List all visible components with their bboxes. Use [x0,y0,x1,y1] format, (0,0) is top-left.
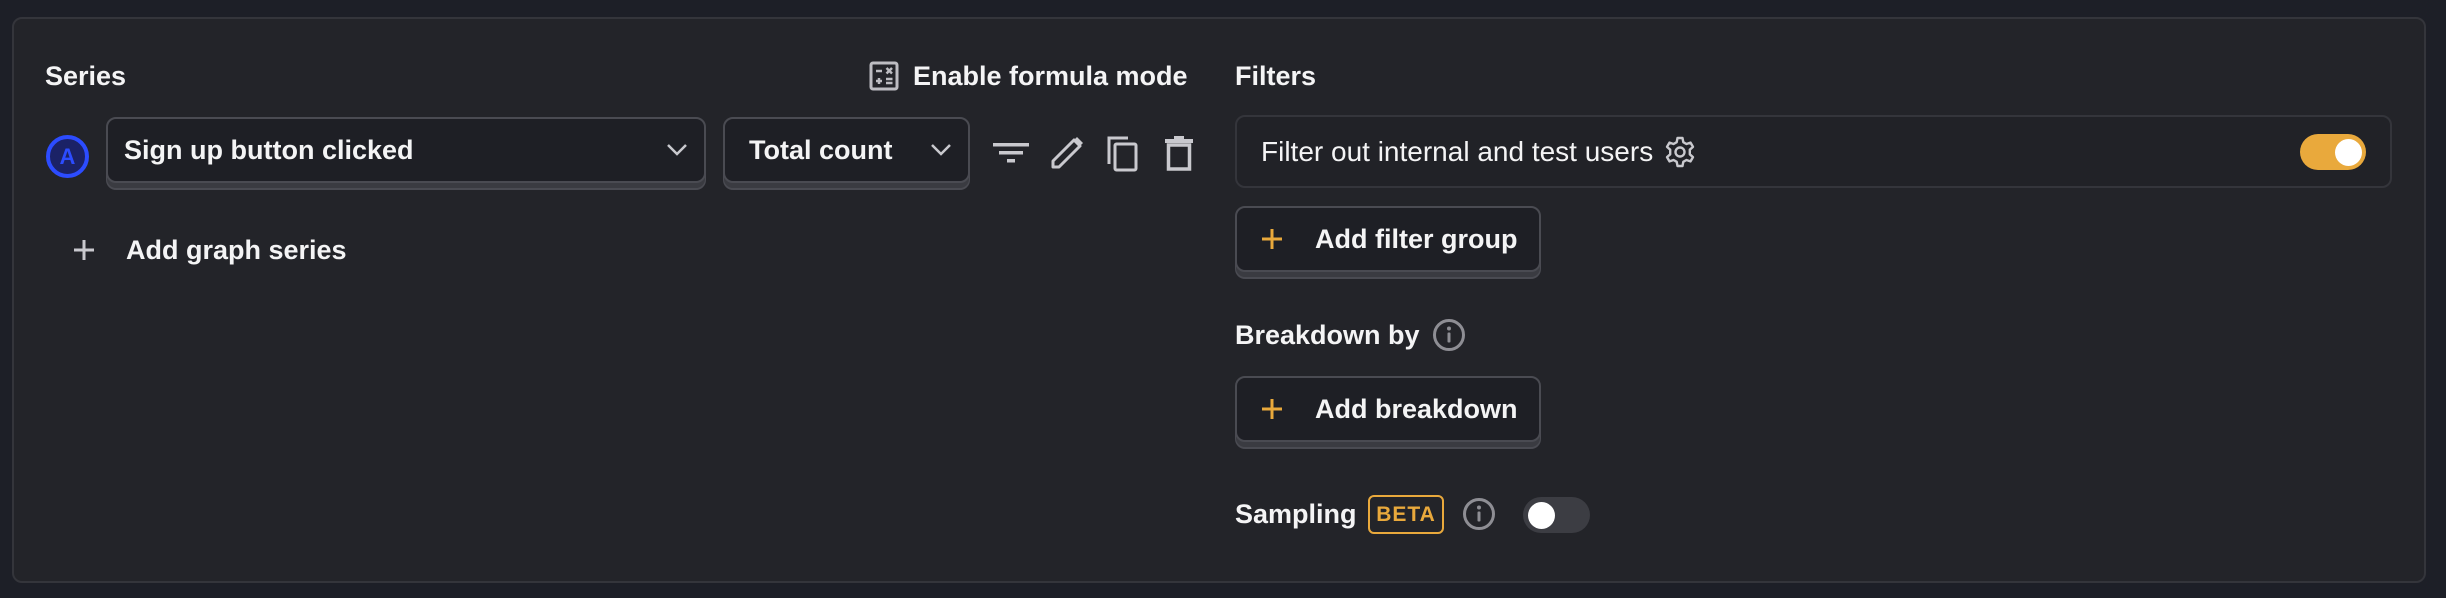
test-account-filter-row: Filter out internal and test users [1235,115,2392,188]
copy-icon [1107,136,1138,172]
breakdown-title: Breakdown by [1235,319,1420,350]
pencil-icon [1051,137,1083,169]
sampling-title: Sampling [1235,499,1357,529]
enable-formula-mode-button[interactable]: Enable formula mode [869,60,1188,92]
add-filter-group-label: Add filter group [1315,223,1518,254]
info-icon[interactable] [1432,318,1466,352]
filters-title: Filters [1235,61,1317,91]
info-icon[interactable] [1462,497,1496,531]
event-select-value: Sign up button clicked [124,134,414,165]
query-editor-panel [12,17,2426,583]
gear-icon[interactable] [1663,135,1697,169]
add-breakdown-button[interactable]: Add breakdown [1235,376,1541,442]
plus-icon [1262,399,1282,419]
calculator-icon [869,61,899,91]
test-account-filter-label: Filter out internal and test users [1261,135,1654,167]
sampling-toggle[interactable] [1523,497,1590,533]
series-delete-button[interactable] [1159,133,1199,173]
aggregation-select-value: Total count [749,134,893,165]
series-filter-button[interactable] [991,133,1031,173]
add-breakdown-label: Add breakdown [1315,393,1518,424]
add-graph-series-button[interactable]: Add graph series [70,230,347,270]
chevron-down-icon [667,144,687,156]
chevron-down-icon [931,144,951,156]
series-title: Series [45,61,127,91]
series-rename-button[interactable] [1047,133,1087,173]
toggle-knob [2335,139,2362,166]
add-graph-series-label: Add graph series [126,234,347,265]
filter-icon [993,143,1029,163]
aggregation-select[interactable]: Total count [723,117,970,183]
event-select[interactable]: Sign up button clicked [106,117,706,183]
beta-badge: BETA [1368,495,1444,534]
add-filter-group-button[interactable]: Add filter group [1235,206,1541,272]
series-badge-a: A [46,135,89,178]
plus-icon [74,240,94,260]
test-account-filter-toggle[interactable] [2300,134,2366,170]
breakdown-header: Breakdown by [1235,318,1466,352]
plus-icon [1262,229,1282,249]
trash-icon [1165,136,1193,171]
formula-mode-label: Enable formula mode [913,60,1188,91]
series-duplicate-button[interactable] [1103,133,1143,173]
toggle-knob [1528,502,1555,529]
